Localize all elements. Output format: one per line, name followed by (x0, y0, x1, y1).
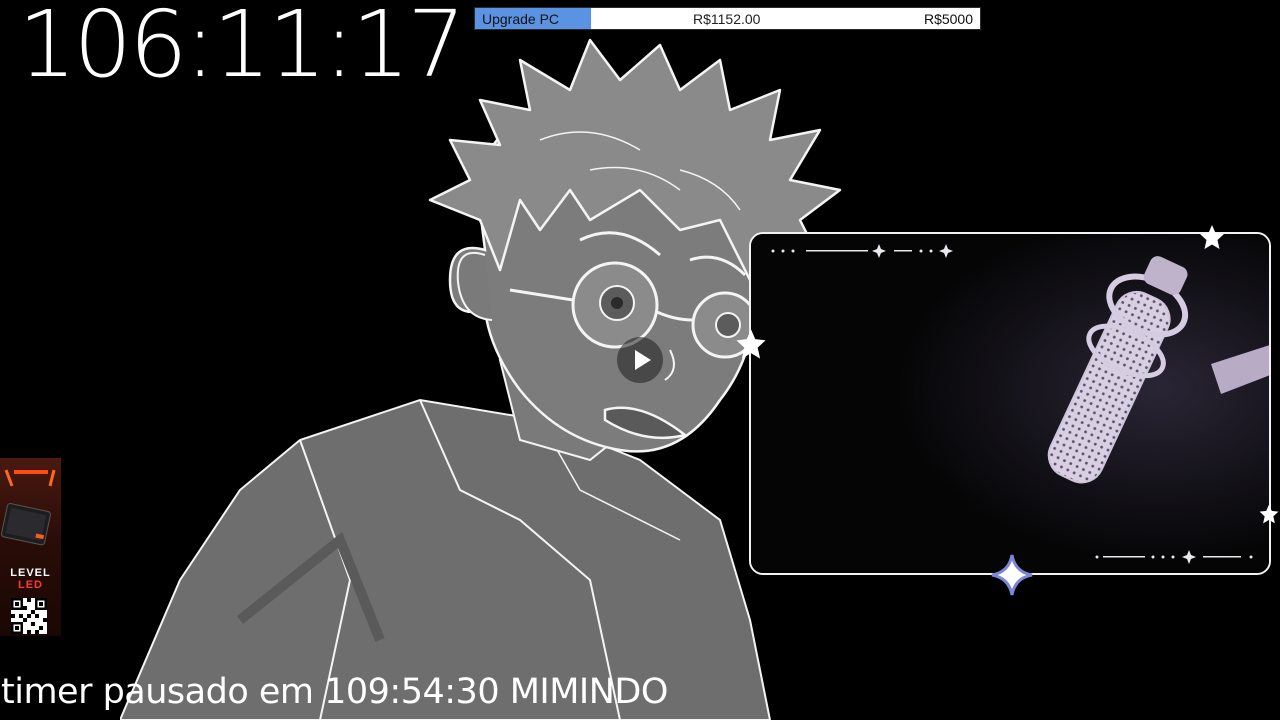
stream-timer: 106:11:17 (18, 0, 466, 98)
webcam-frame (749, 232, 1271, 575)
sponsor-brand-line2: LED (18, 579, 43, 591)
goal-label: Upgrade PC (482, 11, 560, 27)
stream-overlay: 106:11:17 Upgrade PC R$1152.00 R$5000 LE… (0, 0, 1280, 720)
sponsor-card[interactable]: LEVEL LED (0, 458, 61, 636)
sponsor-brand-line1: LEVEL (10, 567, 51, 579)
sponsor-product-image (0, 469, 56, 546)
webcam-feed (751, 234, 1269, 573)
qr-code-icon (11, 598, 47, 634)
play-button[interactable] (617, 337, 663, 383)
goal-current-amount: R$1152.00 (693, 11, 761, 27)
qr-code[interactable] (11, 598, 47, 634)
play-icon (635, 350, 651, 370)
donation-goal-bar: Upgrade PC R$1152.00 R$5000 (474, 7, 981, 30)
goal-target-amount: R$5000 (923, 11, 973, 27)
timer-status-text: timer pausado em 109:54:30 MIMINDO (1, 672, 668, 712)
